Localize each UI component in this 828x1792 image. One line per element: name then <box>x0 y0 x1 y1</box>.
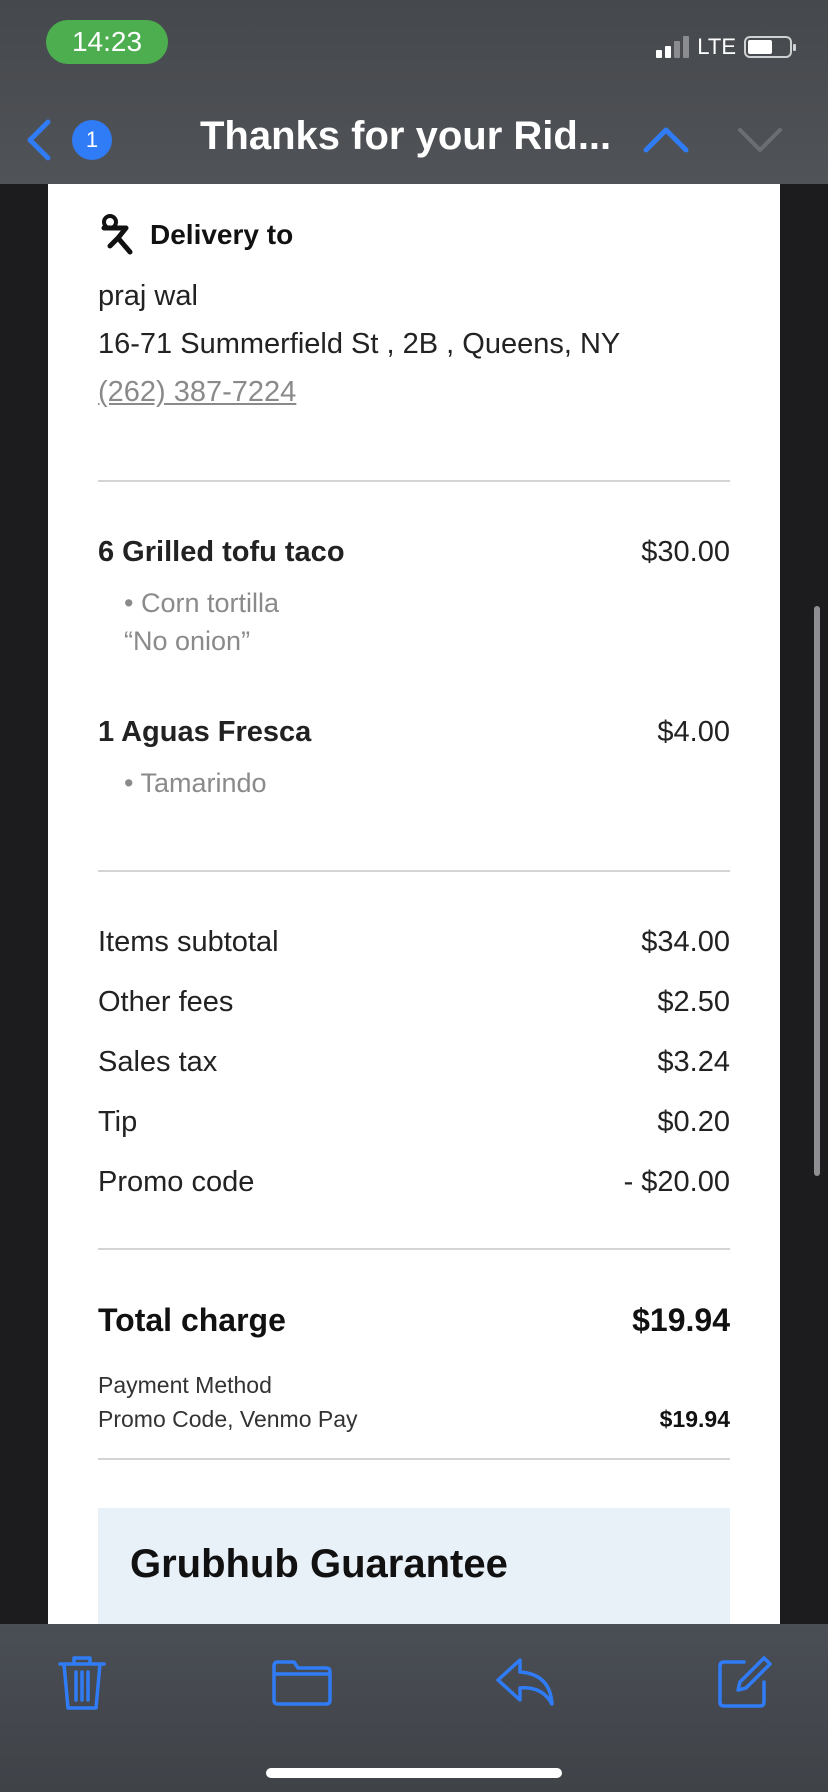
summary-value: $0.20 <box>657 1105 730 1138</box>
order-item: 1 Aguas Fresca $4.00 <box>98 716 730 749</box>
summary-row: Other fees $2.50 <box>98 972 730 1032</box>
signal-icon <box>656 36 690 58</box>
order-item: 6 Grilled tofu taco $30.00 <box>98 536 730 569</box>
delivery-person-icon <box>101 214 133 255</box>
payment-value: $19.94 <box>659 1406 730 1432</box>
summary-value: - $20.00 <box>623 1165 730 1198</box>
delivery-label: Delivery to <box>150 219 294 250</box>
status-indicators: LTE <box>656 34 796 60</box>
summary-row: Tip $0.20 <box>98 1092 730 1152</box>
summary-row: Items subtotal $34.00 <box>98 912 730 972</box>
battery-icon <box>744 36 796 58</box>
item-name: 6 Grilled tofu taco <box>98 536 345 568</box>
payment-methods: Promo Code, Venmo Pay <box>98 1406 358 1432</box>
total-label: Total charge <box>98 1302 286 1338</box>
bottom-toolbar <box>0 1624 828 1792</box>
phone-link[interactable]: (262) 387-7224 <box>98 376 296 408</box>
reply-icon[interactable] <box>494 1652 558 1712</box>
trash-icon[interactable] <box>52 1652 112 1712</box>
item-name: 1 Aguas Fresca <box>98 716 312 748</box>
divider <box>98 480 730 482</box>
item-price: $4.00 <box>657 716 730 748</box>
guarantee-banner: Grubhub Guarantee <box>98 1508 730 1624</box>
summary-label: Promo code <box>98 1165 255 1198</box>
summary-value: $2.50 <box>657 985 730 1018</box>
status-time: 14:23 <box>46 20 168 64</box>
compose-icon[interactable] <box>714 1652 774 1712</box>
network-type: LTE <box>697 34 736 59</box>
summary-row: Sales tax $3.24 <box>98 1032 730 1092</box>
back-chevron-icon[interactable] <box>22 118 56 162</box>
item-price: $30.00 <box>641 536 730 568</box>
summary-label: Items subtotal <box>98 925 279 958</box>
summary-label: Tip <box>98 1105 138 1138</box>
summary-value: $3.24 <box>657 1045 730 1078</box>
payment-method-label: Payment Method <box>98 1372 272 1398</box>
email-body[interactable]: Delivery to praj wal 16-71 Summerfield S… <box>48 184 780 1624</box>
total-value: $19.94 <box>632 1302 730 1338</box>
divider <box>98 1458 730 1460</box>
summary-label: Other fees <box>98 985 234 1018</box>
summary-row: Promo code - $20.00 <box>98 1152 730 1212</box>
next-message-chevron-down-icon[interactable] <box>736 122 784 156</box>
payment-row: Promo Code, Venmo Pay $19.94 <box>98 1406 730 1433</box>
delivery-address: 16-71 Summerfield St , 2B , Queens, NY <box>98 328 621 360</box>
top-bar: 14:23 LTE 1 Thanks for your Rid... <box>0 0 828 184</box>
guarantee-heading: Grubhub Guarantee <box>130 1542 508 1586</box>
folder-icon[interactable] <box>270 1652 334 1712</box>
item-option: • Corn tortilla <box>124 588 279 618</box>
delivery-heading: Delivery to <box>98 214 730 256</box>
divider <box>98 870 730 872</box>
recipient-name: praj wal <box>98 280 198 312</box>
message-title: Thanks for your Rid... <box>200 114 612 158</box>
total-charge-row: Total charge $19.94 <box>98 1302 730 1339</box>
item-note: “No onion” <box>124 626 251 656</box>
divider <box>98 1248 730 1250</box>
unread-badge[interactable]: 1 <box>72 120 112 160</box>
item-option: • Tamarindo <box>124 768 267 798</box>
price-summary: Items subtotal $34.00 Other fees $2.50 S… <box>98 912 730 1212</box>
summary-label: Sales tax <box>98 1045 218 1078</box>
home-indicator[interactable] <box>266 1768 562 1778</box>
scrollbar[interactable] <box>814 606 820 1176</box>
previous-message-chevron-up-icon[interactable] <box>642 122 690 156</box>
summary-value: $34.00 <box>641 925 730 958</box>
